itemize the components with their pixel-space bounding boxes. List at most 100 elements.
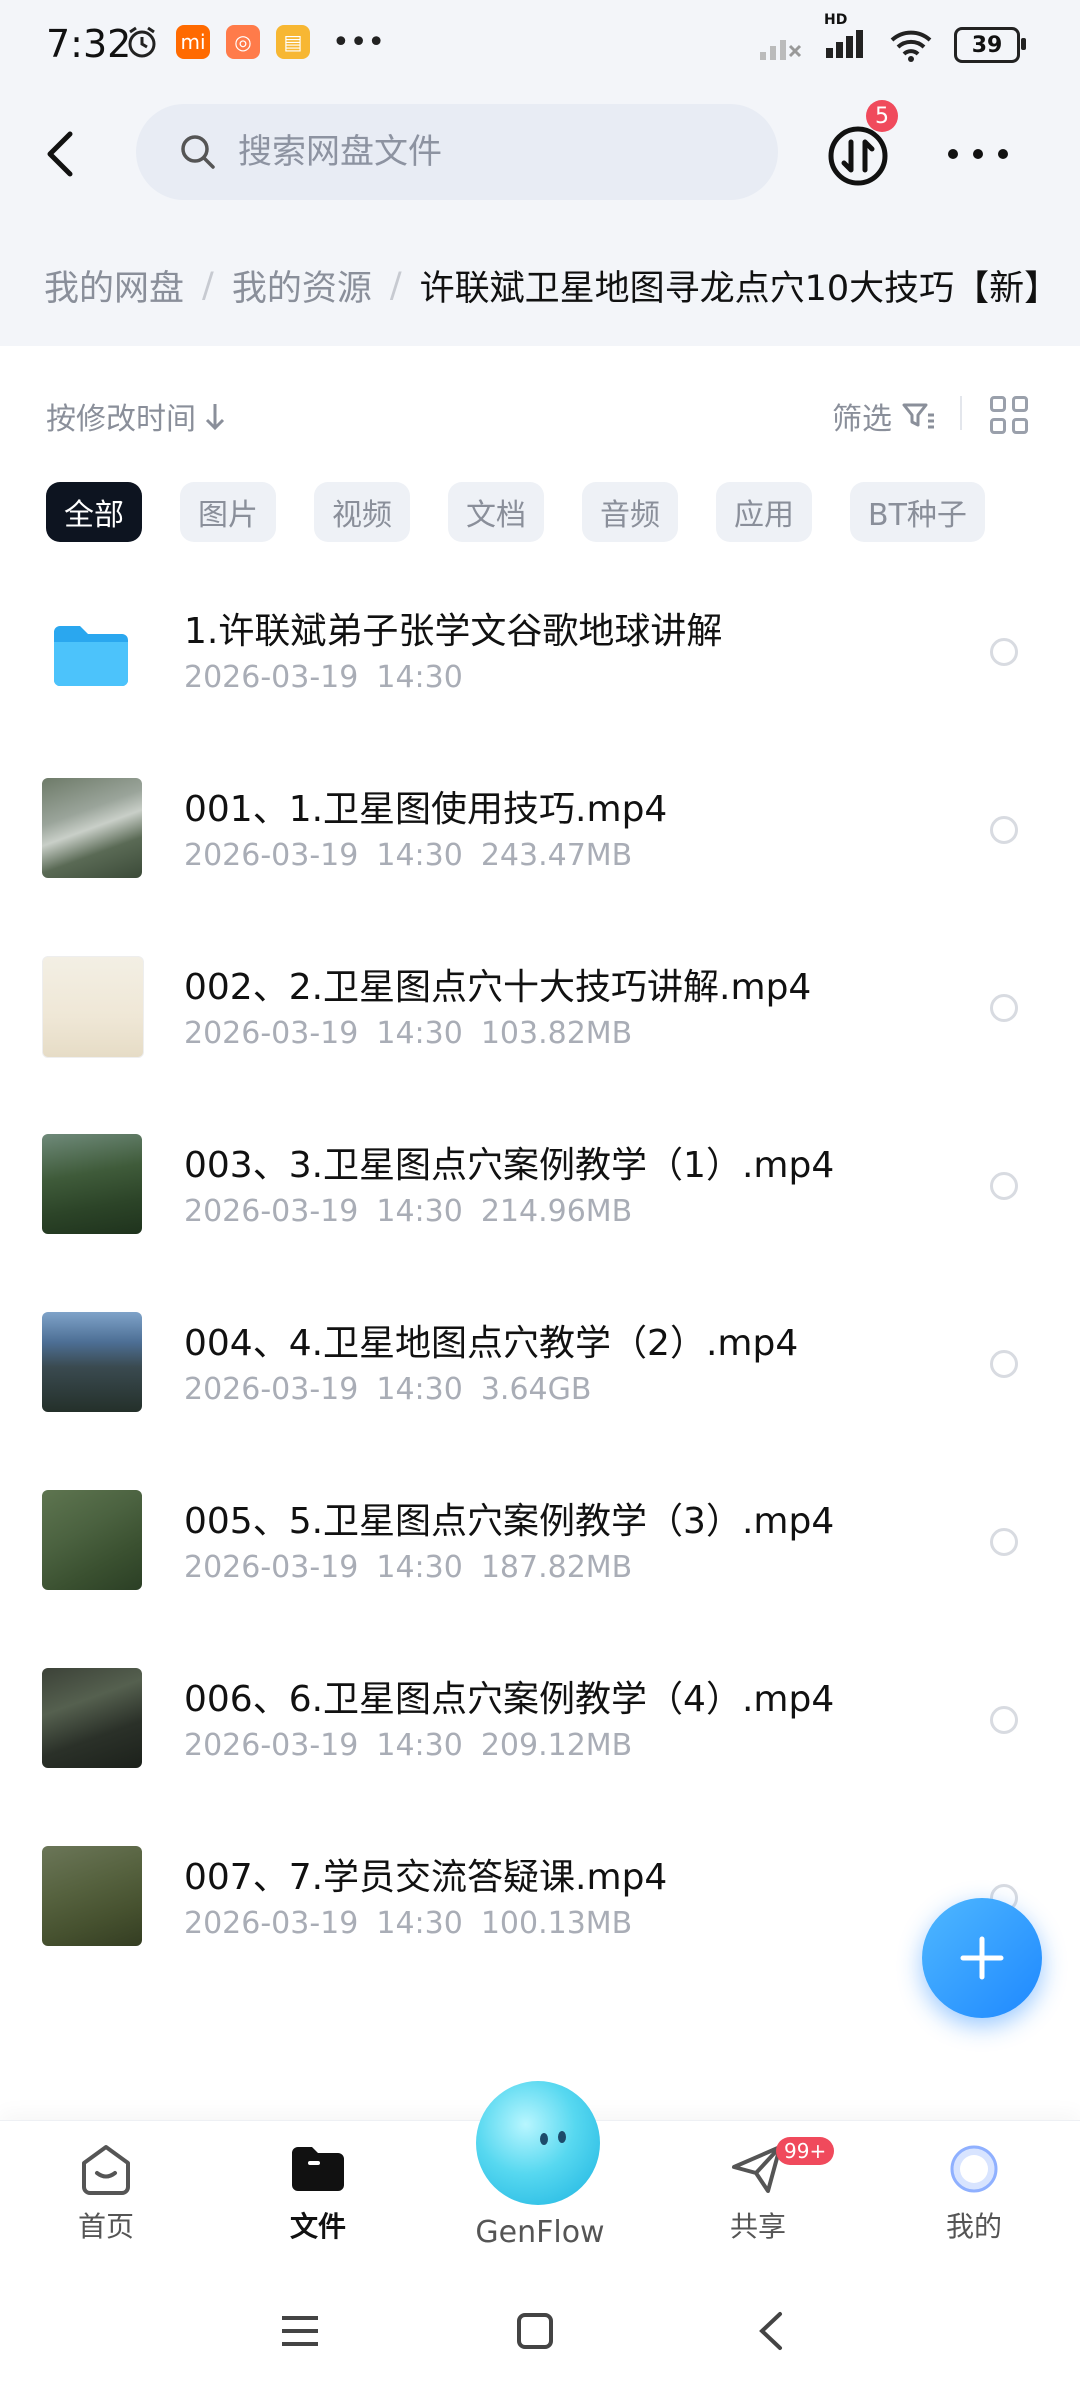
select-checkbox[interactable] <box>990 994 1018 1022</box>
list-item[interactable]: 002、2.卫星图点穴十大技巧讲解.mp4 2026-03-19 14:30 103… <box>0 924 1080 1102</box>
list-item[interactable]: 001、1.卫星图使用技巧.mp4 2026-03-19 14:30 243.47M… <box>0 746 1080 924</box>
file-time: 14:30 <box>376 1016 463 1051</box>
files-icon <box>292 2147 344 2191</box>
file-name: 006、6.卫星图点穴案例教学（4）.mp4 <box>184 1679 835 1720</box>
chip-bt-torrents[interactable]: BT种子 <box>850 482 985 542</box>
search-input[interactable] <box>236 131 700 173</box>
select-checkbox[interactable] <box>990 1706 1018 1734</box>
list-item[interactable]: 003、3.卫星图点穴案例教学（1）.mp4 2026-03-19 14:30 21… <box>0 1102 1080 1280</box>
chip-audio[interactable]: 音频 <box>582 482 678 542</box>
file-size: 103.82MB <box>480 1016 633 1051</box>
chip-videos[interactable]: 视频 <box>314 482 410 542</box>
file-time: 14:30 <box>376 1550 463 1585</box>
breadcrumb-separator: / <box>202 265 214 306</box>
file-date: 2026-03-19 <box>184 660 359 695</box>
grid-cell-icon <box>1012 396 1028 412</box>
sort-arrow-icon <box>205 404 225 431</box>
list-item[interactable]: 004、4.卫星地图点穴教学（2）.mp4 2026-03-19 14:30 3.6… <box>0 1280 1080 1458</box>
add-button[interactable] <box>922 1898 1042 2018</box>
back-triangle-icon[interactable] <box>756 2310 784 2352</box>
sort-button[interactable]: 按修改时间 <box>46 394 226 438</box>
chip-apps[interactable]: 应用 <box>716 482 812 542</box>
select-checkbox[interactable] <box>990 1528 1018 1556</box>
file-size: 214.96MB <box>480 1194 633 1229</box>
file-date: 2026-03-19 <box>184 1016 359 1051</box>
breadcrumb: 我的网盘 / 我的资源 / 许联斌卫星地图寻龙点穴10大技巧【新】 <box>0 236 1080 346</box>
status-bar: 7:32 mi ◎ ▤ ••• HD 39 <box>0 0 1080 96</box>
chip-images[interactable]: 图片 <box>180 482 276 542</box>
file-time: 14:30 <box>376 1372 463 1407</box>
select-checkbox[interactable] <box>990 1172 1018 1200</box>
system-navigation-bar <box>0 2270 1080 2400</box>
select-checkbox[interactable] <box>990 1350 1018 1378</box>
select-checkbox[interactable] <box>990 816 1018 844</box>
folder-icon <box>54 626 128 686</box>
plus-icon <box>960 1936 1004 1980</box>
more-notifications-icon: ••• <box>332 24 386 60</box>
status-right-icons: HD 39 <box>758 12 1026 64</box>
bottom-navigation: 首页 文件 GenFlow 共享 99+ 我的 <box>0 2081 1080 2271</box>
video-thumbnail <box>42 956 144 1058</box>
file-name: 005、5.卫星图点穴案例教学（3）.mp4 <box>184 1501 835 1542</box>
nav-item-me[interactable]: 我的 <box>904 2139 1044 2245</box>
genflow-orb-icon[interactable] <box>476 2081 600 2205</box>
filter-button[interactable]: 筛选 <box>832 394 936 438</box>
nav-label-me: 我的 <box>945 2210 1002 2243</box>
back-button[interactable] <box>30 124 90 184</box>
share-count-badge: 99+ <box>776 2137 835 2165</box>
filter-icon <box>902 403 934 429</box>
chip-documents[interactable]: 文档 <box>448 482 544 542</box>
signal-icon-sim1: HD <box>824 12 868 64</box>
select-checkbox[interactable] <box>990 638 1018 666</box>
file-date: 2026-03-19 <box>184 1550 359 1585</box>
more-dot-icon <box>948 149 958 159</box>
file-size: 100.13MB <box>480 1906 633 1941</box>
transfer-icon <box>828 126 888 186</box>
breadcrumb-separator: / <box>389 265 402 306</box>
nav-item-home[interactable]: 首页 <box>36 2139 176 2245</box>
file-size: 3.64GB <box>480 1372 592 1407</box>
file-date: 2026-03-19 <box>184 1194 359 1229</box>
list-item[interactable]: 006、6.卫星图点穴案例教学（4）.mp4 2026-03-19 14:30 20… <box>0 1636 1080 1814</box>
home-icon <box>82 2145 130 2195</box>
file-meta: 2026-03-19 14:30 187.82MB <box>184 1550 650 1585</box>
nav-item-files[interactable]: 文件 <box>248 2139 388 2245</box>
grid-view-toggle[interactable] <box>990 396 1028 434</box>
breadcrumb-current-folder: 许联斌卫星地图寻龙点穴10大技巧【新】 <box>419 269 1060 309</box>
more-options-button[interactable] <box>948 142 1008 166</box>
recents-menu-icon[interactable] <box>280 2314 320 2348</box>
sort-label: 按修改时间 <box>46 402 196 437</box>
file-name: 001、1.卫星图使用技巧.mp4 <box>184 789 668 830</box>
more-dot-icon <box>998 149 1008 159</box>
mi-app-icon: mi <box>176 25 210 59</box>
transfer-button[interactable] <box>826 124 890 188</box>
battery-indicator: 39 <box>954 27 1026 63</box>
list-item[interactable]: 1.许联斌弟子张学文谷歌地球讲解 2026-03-19 14:30 <box>0 568 1080 746</box>
file-size: 187.82MB <box>480 1550 633 1585</box>
file-meta: 2026-03-19 14:30 214.96MB <box>184 1194 650 1229</box>
grid-cell-icon <box>990 418 1006 434</box>
home-square-icon[interactable] <box>516 2312 554 2350</box>
back-arrow-icon <box>47 131 73 177</box>
list-item[interactable]: 007、7.学员交流答疑课.mp4 2026-03-19 14:30 100.13M… <box>0 1814 1080 1992</box>
breadcrumb-item-my-drive[interactable]: 我的网盘 <box>44 260 184 311</box>
wifi-icon <box>890 30 932 62</box>
list-item[interactable]: 005、5.卫星图点穴案例教学（3）.mp4 2026-03-19 14:30 18… <box>0 1458 1080 1636</box>
more-dot-icon <box>973 149 983 159</box>
nav-label-genflow[interactable]: GenFlow <box>450 2215 630 2250</box>
file-meta: 2026-03-19 14:30 3.64GB <box>184 1372 609 1407</box>
video-thumbnail <box>42 1668 142 1768</box>
file-browser: 按修改时间 筛选 全部 图片 视频 文档 音频 应用 BT种子 1.许联斌弟子张… <box>0 346 1080 2116</box>
file-date: 2026-03-19 <box>184 1372 359 1407</box>
nav-label-home: 首页 <box>77 2210 134 2243</box>
search-bar[interactable] <box>136 104 778 200</box>
chip-all[interactable]: 全部 <box>46 482 142 542</box>
file-name: 004、4.卫星地图点穴教学（2）.mp4 <box>184 1323 799 1364</box>
search-icon <box>181 135 215 169</box>
file-list: 1.许联斌弟子张学文谷歌地球讲解 2026-03-19 14:30 001、1.卫… <box>0 568 1080 1992</box>
file-name: 002、2.卫星图点穴十大技巧讲解.mp4 <box>184 967 812 1008</box>
file-date: 2026-03-19 <box>184 1728 359 1763</box>
breadcrumb-item-my-resources[interactable]: 我的资源 <box>232 260 372 311</box>
filter-label: 筛选 <box>832 402 892 437</box>
file-meta: 2026-03-19 14:30 243.47MB <box>184 838 650 873</box>
